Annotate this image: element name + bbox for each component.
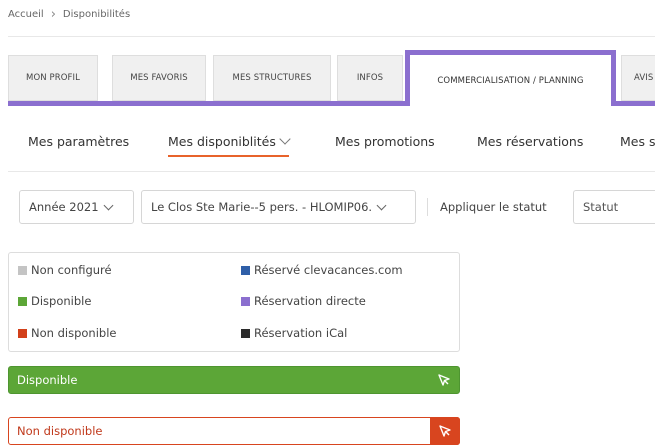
subnav-mes-disponibilites-label: Mes disponiblités bbox=[168, 134, 276, 149]
chevron-down-icon bbox=[376, 200, 387, 210]
tab-infos[interactable]: INFOS bbox=[337, 55, 403, 101]
legend-item: Disponible bbox=[18, 294, 91, 308]
filters-divider bbox=[427, 198, 428, 216]
legend-item: Réservation directe bbox=[241, 294, 366, 308]
legend-label: Réservé clevacances.com bbox=[254, 263, 403, 277]
legend-item: Réservation iCal bbox=[241, 326, 347, 340]
subnav-divider bbox=[8, 171, 655, 172]
filters-bar: Année 2021 Le Clos Ste Marie--5 pers. - … bbox=[8, 187, 655, 227]
legend-item: Non disponible bbox=[18, 326, 116, 340]
year-select-value: Année 2021 bbox=[29, 200, 99, 214]
legend-swatch bbox=[241, 328, 250, 338]
available-button-label: Disponible bbox=[17, 373, 78, 387]
legend-swatch bbox=[18, 328, 27, 338]
year-select[interactable]: Année 2021 bbox=[19, 190, 134, 224]
apply-available-button[interactable]: Disponible bbox=[8, 366, 460, 394]
subnav-mes-parametres[interactable]: Mes paramètres bbox=[28, 134, 129, 149]
legend-label: Non disponible bbox=[31, 326, 117, 340]
cursor-pointer-icon bbox=[439, 425, 451, 437]
legend-label: Réservation directe bbox=[254, 294, 366, 308]
legend-label: Non configuré bbox=[31, 263, 112, 277]
subnav-mes-disponibilites[interactable]: Mes disponiblités bbox=[168, 133, 291, 157]
legend-item: Réservé clevacances.com bbox=[241, 263, 403, 277]
legend-swatch bbox=[18, 265, 27, 275]
legend-swatch bbox=[241, 296, 250, 306]
subnav-mes-promotions[interactable]: Mes promotions bbox=[335, 134, 435, 149]
legend-swatch bbox=[18, 296, 27, 306]
apply-unavailable-button[interactable]: Non disponible bbox=[8, 417, 460, 445]
tab-mes-structures[interactable]: MES STRUCTURES bbox=[213, 55, 331, 101]
status-select[interactable]: Statut bbox=[573, 190, 655, 224]
tab-mes-favoris[interactable]: MES FAVORIS bbox=[112, 55, 206, 101]
legend-item: Non configuré bbox=[18, 263, 112, 277]
tab-commercialisation-planning[interactable]: COMMERCIALISATION / PLANNING bbox=[405, 50, 616, 106]
legend-swatch bbox=[241, 265, 250, 275]
chevron-down-icon bbox=[279, 133, 291, 145]
apply-status-label: Appliquer le statut bbox=[440, 200, 547, 214]
status-legend: Non configuré Disponible Non disponible … bbox=[8, 252, 460, 352]
chevron-right-icon: › bbox=[50, 6, 56, 22]
legend-label: Réservation iCal bbox=[254, 326, 348, 340]
sub-navigation: Mes paramètres Mes disponiblités Mes pro… bbox=[8, 133, 655, 158]
breadcrumb: Accueil › Disponibilités bbox=[8, 6, 131, 22]
property-select-value: Le Clos Ste Marie--5 pers. - HLOMIP06. bbox=[151, 200, 373, 214]
status-select-placeholder: Statut bbox=[583, 200, 619, 214]
subnav-mes-s[interactable]: Mes s bbox=[620, 134, 655, 149]
breadcrumb-current: Disponibilités bbox=[62, 9, 131, 20]
main-tabs: MON PROFIL MES FAVORIS MES STRUCTURES IN… bbox=[8, 50, 655, 106]
legend-label: Disponible bbox=[31, 294, 92, 308]
cursor-pointer-icon bbox=[438, 374, 450, 386]
subnav-mes-reservations[interactable]: Mes réservations bbox=[477, 134, 583, 149]
tab-avis[interactable]: AVIS bbox=[621, 55, 655, 101]
breadcrumb-home-link[interactable]: Accueil bbox=[8, 9, 44, 20]
property-select[interactable]: Le Clos Ste Marie--5 pers. - HLOMIP06. bbox=[141, 190, 416, 224]
chevron-down-icon bbox=[103, 200, 113, 210]
unavailable-button-label: Non disponible bbox=[17, 424, 103, 438]
cursor-button-box bbox=[430, 417, 460, 445]
tab-mon-profil[interactable]: MON PROFIL bbox=[8, 55, 98, 101]
top-divider bbox=[8, 36, 655, 37]
